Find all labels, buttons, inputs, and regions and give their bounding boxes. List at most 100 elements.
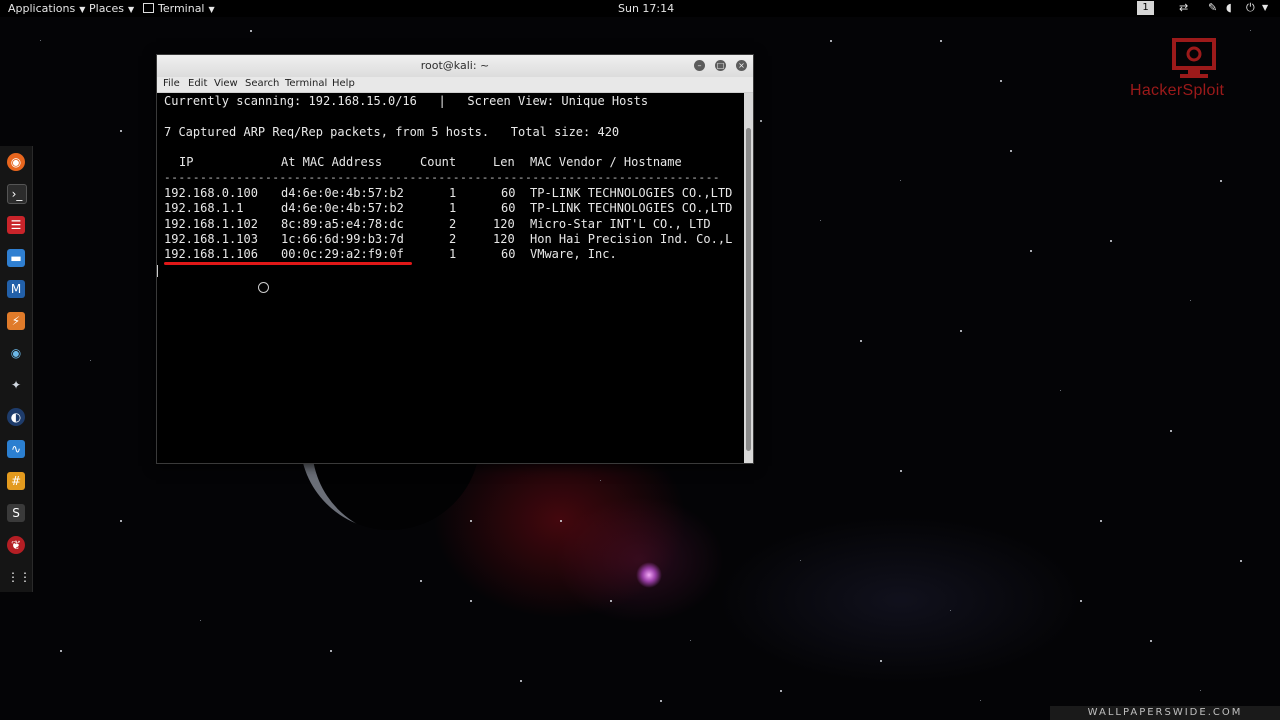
wireshark-icon[interactable]: ∿ (7, 440, 25, 458)
terminal-menubar: File Edit View Search Terminal Help (157, 77, 753, 93)
volume-icon[interactable]: ◖ (1226, 1, 1232, 14)
chevron-down-icon: ▼ (208, 5, 215, 14)
menu-edit[interactable]: Edit (188, 78, 207, 89)
star (1010, 150, 1012, 152)
places-menu[interactable]: Places ▼ (89, 2, 134, 15)
terminal-icon (143, 3, 154, 13)
star (980, 700, 981, 701)
row-len: 120 (493, 217, 515, 231)
packet-summary-line: 7 Captured ARP Req/Rep packets, from 5 h… (164, 125, 620, 139)
star (780, 690, 782, 692)
star (250, 30, 252, 32)
scrollbar-thumb[interactable] (746, 128, 751, 451)
star (610, 600, 612, 602)
firefox-icon[interactable]: ◉ (7, 153, 25, 171)
close-button[interactable]: × (736, 60, 747, 71)
power-icon[interactable]: ⏻ (1246, 1, 1255, 15)
sublime-icon[interactable]: S (7, 504, 25, 522)
menu-terminal[interactable]: Terminal (285, 78, 327, 89)
row-mac: d4:6e:0e:4b:57:b2 (281, 186, 404, 200)
network-icon[interactable]: ⇄ (1179, 1, 1188, 14)
row-count: 1 (449, 201, 457, 215)
star (1060, 390, 1061, 391)
header-mac: At MAC Address (281, 155, 383, 169)
star (820, 220, 821, 221)
row-len: 60 (501, 186, 516, 200)
terminal-app-label: Terminal (158, 2, 205, 15)
clock[interactable]: Sun 17:14 (618, 2, 674, 15)
terminal-app-menu[interactable]: Terminal ▼ (143, 2, 215, 15)
tools-icon[interactable]: ✎ (1208, 1, 1217, 14)
row-len: 120 (493, 232, 515, 246)
row-mac: 8c:89:a5:e4:78:dc (281, 217, 404, 231)
row-ip: 192.168.1.106 (164, 247, 258, 261)
star (60, 650, 62, 652)
applications-label: Applications (8, 2, 76, 15)
hash-icon[interactable]: # (7, 472, 25, 490)
star (600, 480, 601, 481)
star (470, 520, 472, 522)
star (1080, 600, 1082, 602)
burpsuite-icon[interactable]: ⚡ (7, 312, 25, 330)
star (1000, 80, 1002, 82)
metasploit-icon[interactable]: ☰ (7, 216, 25, 234)
star (420, 580, 422, 582)
star (830, 40, 832, 42)
terminal-scrollbar[interactable] (744, 93, 753, 463)
window-titlebar[interactable]: root@kali: ~ – □ × (157, 55, 753, 77)
star (1240, 560, 1242, 562)
star (1100, 520, 1102, 522)
row-count: 1 (449, 247, 457, 261)
row-len: 60 (501, 201, 516, 215)
maximize-button[interactable]: □ (715, 60, 726, 71)
desktop-wallpaper: Applications ▼ Places ▼ Terminal ▼ Sun 17:1… (0, 0, 1280, 720)
eye-icon[interactable]: ◉ (7, 344, 25, 362)
app-grid-icon[interactable]: ⋮⋮ (7, 568, 31, 586)
wallpaper-credit: WALLPAPERSWIDE.COM (1050, 706, 1280, 720)
star (1110, 240, 1112, 242)
minimize-button[interactable]: – (694, 60, 705, 71)
text-cursor (157, 265, 158, 277)
menu-search[interactable]: Search (245, 78, 279, 89)
star (690, 640, 691, 641)
star (900, 180, 901, 181)
cherrytree-icon[interactable]: ❦ (7, 536, 25, 554)
star (1200, 690, 1201, 691)
star (520, 680, 522, 682)
star (470, 600, 472, 602)
chevron-down-icon[interactable]: ▼ (1262, 3, 1268, 12)
star (560, 520, 562, 522)
star (1150, 640, 1152, 642)
row-mac: 00:0c:29:a2:f9:0f (281, 247, 404, 261)
terminal-window[interactable]: root@kali: ~ – □ × File Edit View Search… (156, 54, 754, 464)
row-ip: 192.168.0.100 (164, 186, 258, 200)
menu-view[interactable]: View (214, 78, 238, 89)
mouse-cursor-icon (258, 282, 269, 293)
row-len: 60 (501, 247, 516, 261)
menu-file[interactable]: File (163, 78, 180, 89)
chevron-down-icon: ▼ (79, 5, 86, 14)
row-count: 2 (449, 217, 457, 231)
armitage-icon[interactable]: ✦ (7, 376, 25, 394)
row-vendor: TP-LINK TECHNOLOGIES CO.,LTD (530, 186, 733, 200)
applications-menu[interactable]: Applications ▼ (8, 2, 85, 15)
row-vendor: TP-LINK TECHNOLOGIES CO.,LTD (530, 201, 733, 215)
row-vendor: Micro-Star INT'L CO., LTD (530, 217, 711, 231)
star (120, 520, 122, 522)
star (940, 40, 942, 42)
star (200, 620, 201, 621)
workspace-indicator[interactable]: 1 (1137, 1, 1154, 15)
menu-help[interactable]: Help (332, 78, 355, 89)
star (760, 120, 762, 122)
places-label: Places (89, 2, 124, 15)
star (120, 130, 122, 132)
star (330, 650, 332, 652)
star (900, 470, 902, 472)
maltego-icon[interactable]: M (7, 280, 25, 298)
terminal-icon[interactable]: ›_ (7, 184, 27, 204)
row-ip: 192.168.1.1 (164, 201, 244, 215)
terminal-output[interactable]: Currently scanning: 192.168.15.0/16 | Sc… (157, 93, 743, 463)
beef-icon[interactable]: ◐ (7, 408, 25, 426)
files-icon[interactable]: ▬ (7, 249, 25, 267)
star (1190, 300, 1191, 301)
